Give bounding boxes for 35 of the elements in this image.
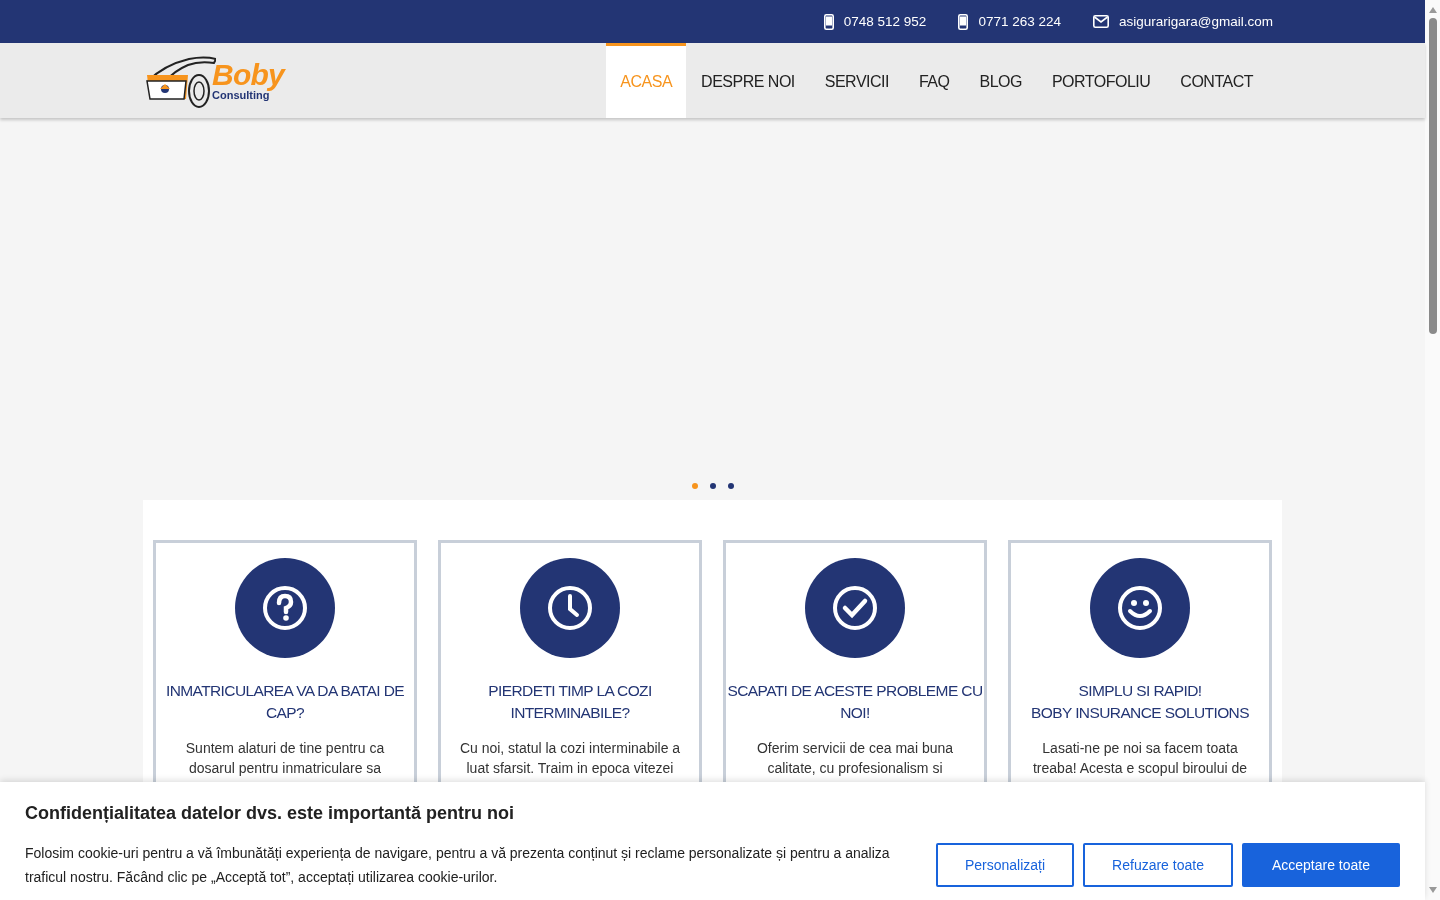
phone-icon <box>823 13 834 30</box>
scroll-up-icon[interactable] <box>1427 6 1438 14</box>
feature-title: SIMPLU SI RAPID! <box>1078 681 1202 701</box>
feature-description: Oferim servicii de cea mai buna calitate, cu profesionalism si <box>755 739 955 778</box>
nav-link[interactable]: PORTOFOLIU <box>1036 43 1166 119</box>
feature-title: INMATRICULAREA VA DA BATAI DE <box>165 681 405 701</box>
cookie-title: Confidențialitatea datelor dvs. este importantă pentru noi <box>25 802 516 825</box>
phone-number[interactable]: 0748 512 952 <box>843 11 927 32</box>
scroll-down-icon[interactable] <box>1427 886 1438 894</box>
nav-link[interactable]: CONTACT <box>1165 43 1268 119</box>
phone-icon <box>958 13 969 30</box>
phone-number[interactable]: 0771 263 224 <box>978 11 1061 32</box>
cookie-text: Folosim cookie-uri pentru a vă îmbunătăți experiența de navigare, pentru a vă prezenta conținut și reclame personalizate și pentru a analiza traficul nostru. Făcând clic pe „Acceptă tot”, acceptați utilizarea cookie-urilor. <box>25 844 891 887</box>
logo-name: Boby <box>212 60 284 91</box>
cookie-button[interactable]: Refuzare toate <box>1083 843 1233 887</box>
feature-description: Lasati-ne pe noi sa facem toata treaba! Acesta e scopul biroului de <box>1032 739 1248 778</box>
nav-link[interactable]: FAQ <box>903 43 965 119</box>
feature-description: Cu noi, statul la cozi interminabile a luat sfarsit. Traim in epoca vitezei <box>458 739 682 778</box>
feature-title: NOI! <box>840 703 870 723</box>
cookie-button[interactable]: Personalizați <box>935 843 1075 887</box>
feature-description: Suntem alaturi de tine pentru ca dosarul pentru inmatriculare sa <box>184 739 386 778</box>
feature-title: INTERMINABILE? <box>510 703 630 723</box>
feature-title: SCAPATI DE ACESTE PROBLEME CU <box>727 681 983 701</box>
nav-link[interactable]: BLOG <box>964 43 1037 119</box>
email-icon <box>1093 15 1109 29</box>
scrollbar[interactable] <box>1425 0 1440 900</box>
logo-tagline: Consulting <box>212 90 270 102</box>
feature-title: BOBY INSURANCE SOLUTIONS <box>1031 703 1249 723</box>
scrollbar-thumb[interactable] <box>1428 18 1437 334</box>
email-link[interactable]: asigurarigara@gmail.com <box>1119 11 1273 32</box>
cookie-button[interactable]: Acceptare toate <box>1241 843 1400 887</box>
nav-link[interactable]: DESPRE NOI <box>686 43 810 119</box>
feature-title: PIERDETI TIMP LA COZI <box>488 681 652 701</box>
feature-title: CAP? <box>265 703 305 723</box>
nav-link[interactable]: SERVICII <box>809 43 904 119</box>
